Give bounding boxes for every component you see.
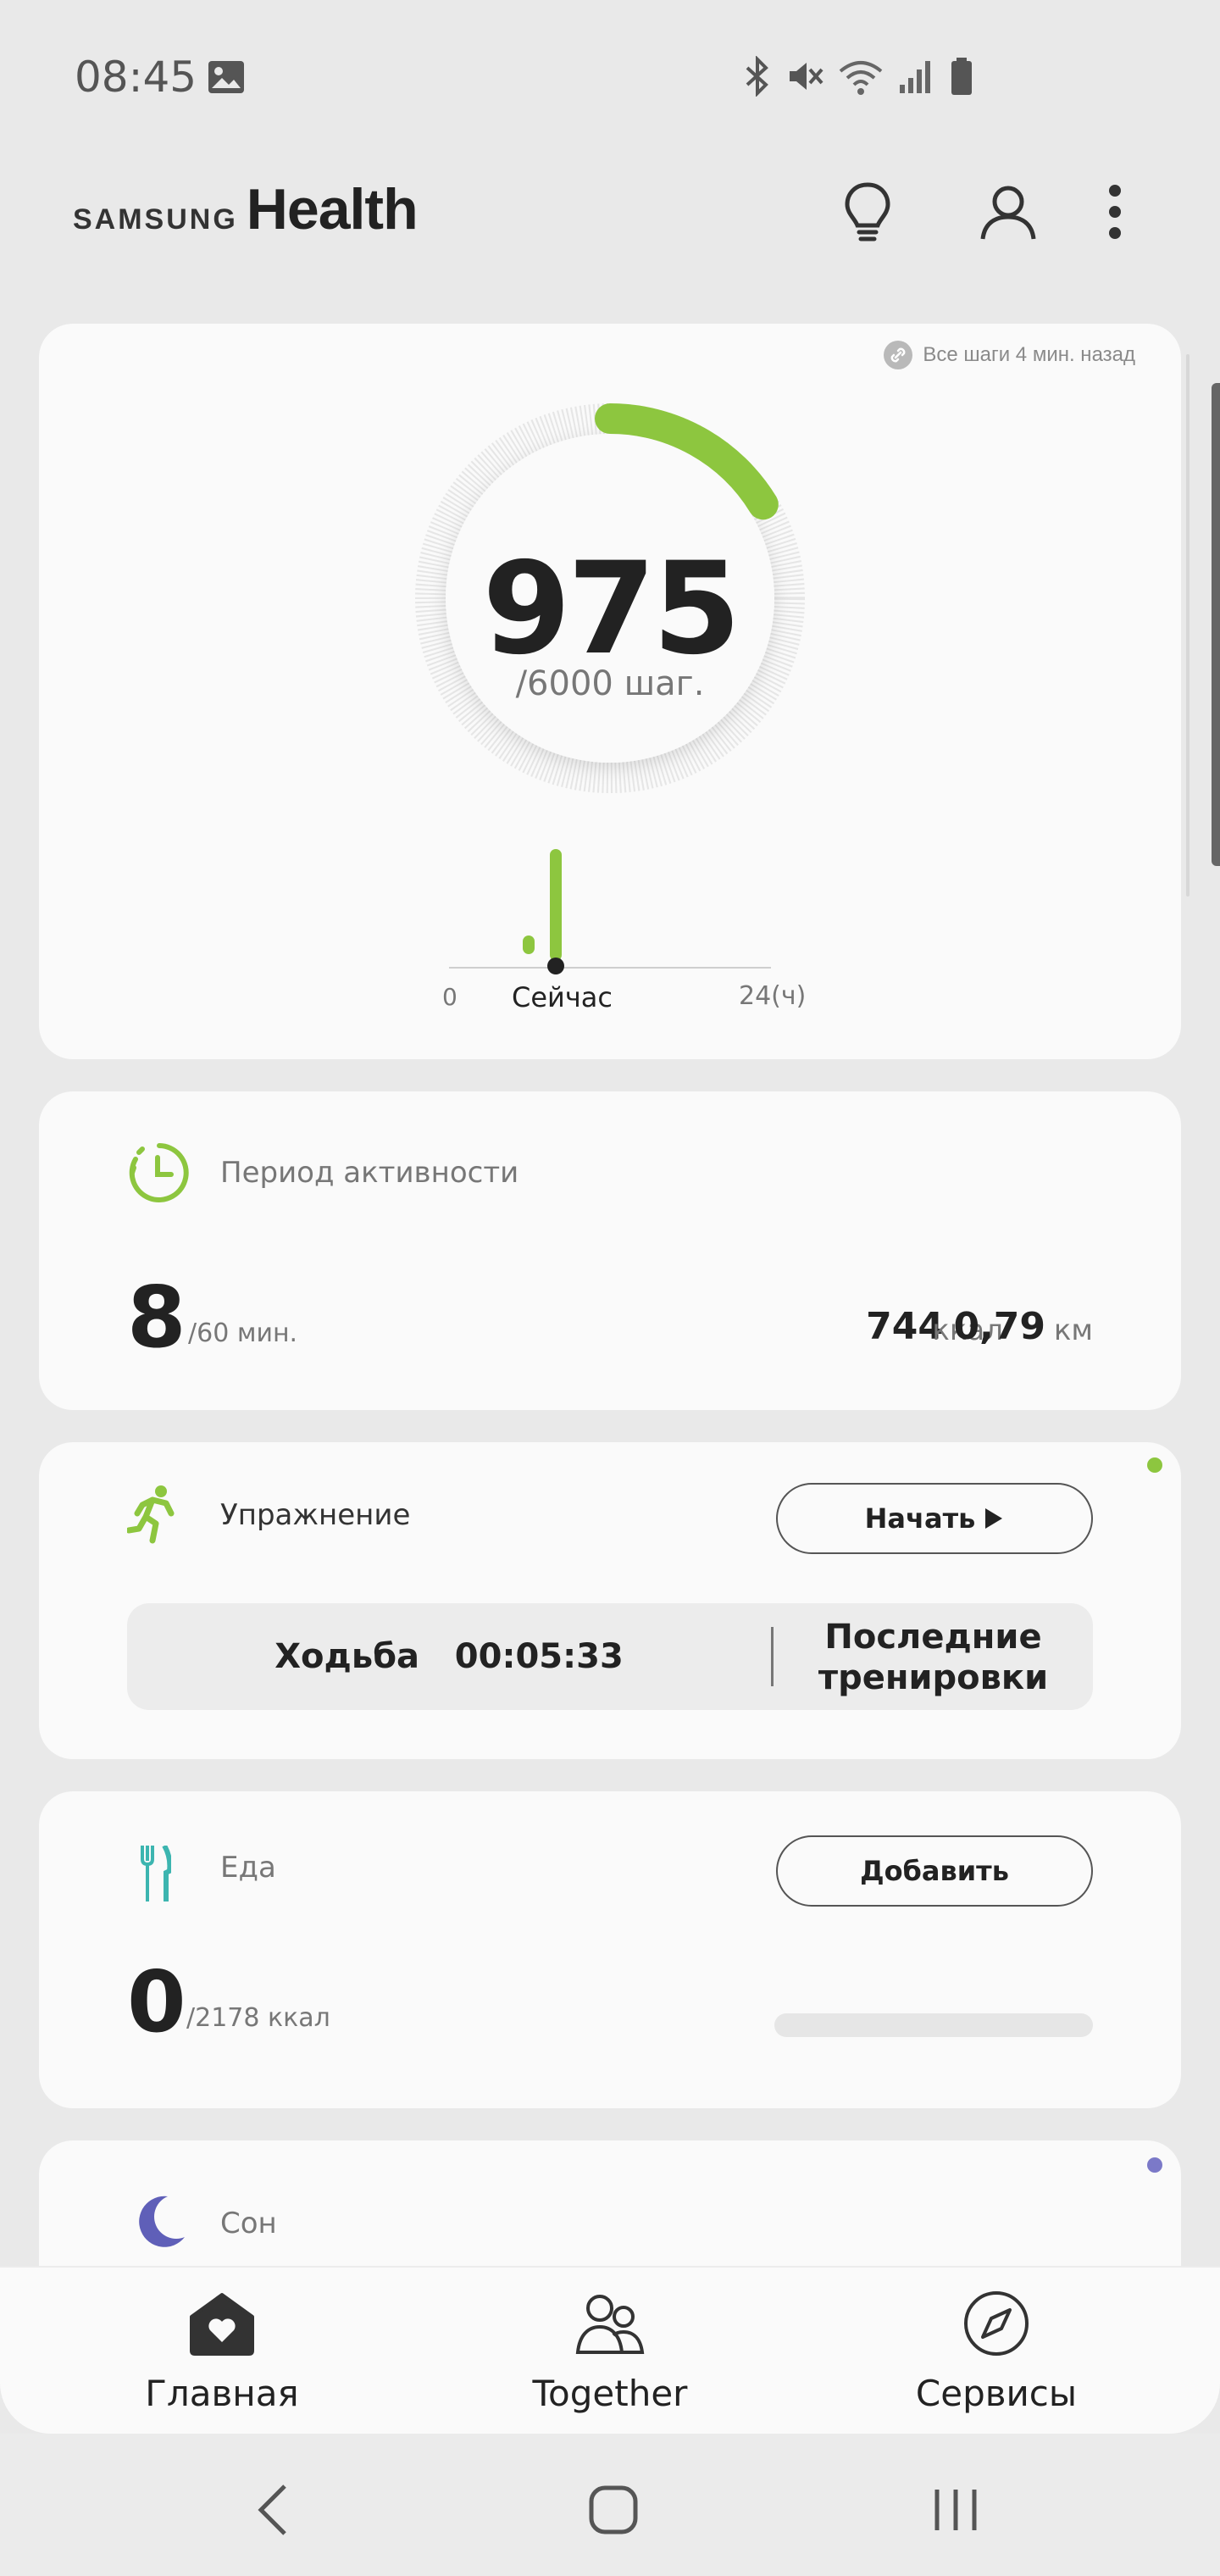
steps-count: 975	[482, 536, 740, 683]
sleep-title: Сон	[220, 2207, 277, 2240]
exercise-summary-panel: Ходьба 00:05:33 Последние тренировки	[127, 1603, 1093, 1710]
nav-together-label: Together	[532, 2373, 688, 2414]
nav-services[interactable]: Сервисы	[869, 2286, 1123, 2414]
profile-icon	[980, 186, 1036, 240]
food-title: Еда	[220, 1851, 276, 1885]
timeline-start-label: 0	[442, 983, 458, 1011]
back-button[interactable]	[230, 2468, 315, 2552]
brand-health: Health	[246, 177, 419, 242]
exercise-title: Упражнение	[220, 1498, 411, 1532]
recents-button[interactable]	[913, 2468, 998, 2552]
timeline-now-marker	[547, 958, 564, 974]
wifi-icon	[839, 61, 883, 95]
food-progress-bar	[774, 2013, 1093, 2037]
status-time: 08:45	[75, 53, 197, 102]
brand-samsung: SAMSUNG	[73, 203, 238, 236]
moon-icon	[134, 2193, 188, 2254]
last-workout[interactable]: Ходьба 00:05:33	[127, 1637, 771, 1676]
play-icon	[985, 1508, 1003, 1529]
profile-button[interactable]	[974, 176, 1042, 247]
distance-value: 0,79	[953, 1305, 1045, 1348]
distance-unit: км	[1053, 1313, 1093, 1347]
signal-icon	[900, 61, 930, 93]
nav-home[interactable]: Главная	[95, 2286, 349, 2414]
active-time-card[interactable]: Период активности 8 /60 мин. 744 ккал 0,…	[39, 1091, 1181, 1410]
scroll-track	[1186, 354, 1190, 897]
steps-goal: /6000 шаг.	[515, 664, 705, 703]
scrollbar-thumb[interactable]	[1212, 383, 1220, 866]
fork-knife-icon	[141, 1844, 173, 1905]
active-minutes-value: 8	[127, 1268, 186, 1367]
steps-card[interactable]: Все шаги 4 мин. назад 975 /6000 шаг. 0 С…	[39, 324, 1181, 1059]
active-time-icon	[127, 1141, 191, 1208]
bluetooth-icon	[746, 56, 768, 97]
nav-services-label: Сервисы	[915, 2373, 1078, 2414]
compass-icon	[964, 2291, 1029, 2356]
sleep-indicator-dot	[1147, 2157, 1162, 2173]
running-icon	[125, 1485, 181, 1549]
lightbulb-icon	[845, 182, 890, 242]
timeline-axis	[449, 967, 771, 969]
battery-icon	[951, 58, 972, 95]
back-icon	[258, 2484, 286, 2535]
timeline-bar-small	[523, 935, 535, 954]
timeline-end-label: 24(ч)	[739, 981, 807, 1011]
timeline-bar-current	[550, 849, 562, 961]
nav-home-label: Главная	[145, 2373, 299, 2414]
start-label: Начать	[864, 1502, 976, 1535]
food-calories-goal: /2178 ккал	[186, 2003, 330, 2033]
bottom-navigation: Главная Together Сервисы	[0, 2268, 1220, 2434]
exercise-card[interactable]: Упражнение Начать Ходьба 00:05:33 Послед…	[39, 1442, 1181, 1759]
gallery-notification-icon	[207, 59, 246, 98]
home-button[interactable]	[571, 2468, 656, 2552]
sync-status: Все шаги 4 мин. назад	[884, 341, 1135, 369]
more-vert-icon	[1109, 185, 1121, 239]
new-indicator-dot	[1147, 1457, 1162, 1473]
food-calories-value: 0	[127, 1952, 186, 2051]
link-icon	[884, 341, 913, 369]
recents-icon	[934, 2490, 977, 2530]
status-icons	[742, 53, 974, 100]
nav-together[interactable]: Together	[483, 2286, 737, 2414]
active-time-title: Период активности	[220, 1156, 519, 1190]
app-logo: SAMSUNG Health	[73, 176, 419, 242]
system-navigation-bar	[0, 2434, 1220, 2576]
food-card[interactable]: Еда Добавить 0 /2178 ккал	[39, 1791, 1181, 2108]
home-square-icon	[589, 2485, 638, 2534]
home-heart-icon	[190, 2293, 254, 2356]
more-options-button[interactable]	[1091, 176, 1139, 247]
tips-button[interactable]	[834, 176, 901, 247]
sync-note-text: Все шаги 4 мин. назад	[923, 343, 1135, 366]
active-minutes-goal: /60 мин.	[188, 1319, 298, 1348]
people-icon	[575, 2295, 645, 2354]
add-food-button[interactable]: Добавить	[776, 1835, 1093, 1907]
timeline-now-label: Сейчас	[512, 981, 613, 1013]
recent-workouts-link[interactable]: Последние тренировки	[774, 1617, 1093, 1698]
mute-icon	[790, 63, 824, 90]
start-exercise-button[interactable]: Начать	[776, 1483, 1093, 1554]
